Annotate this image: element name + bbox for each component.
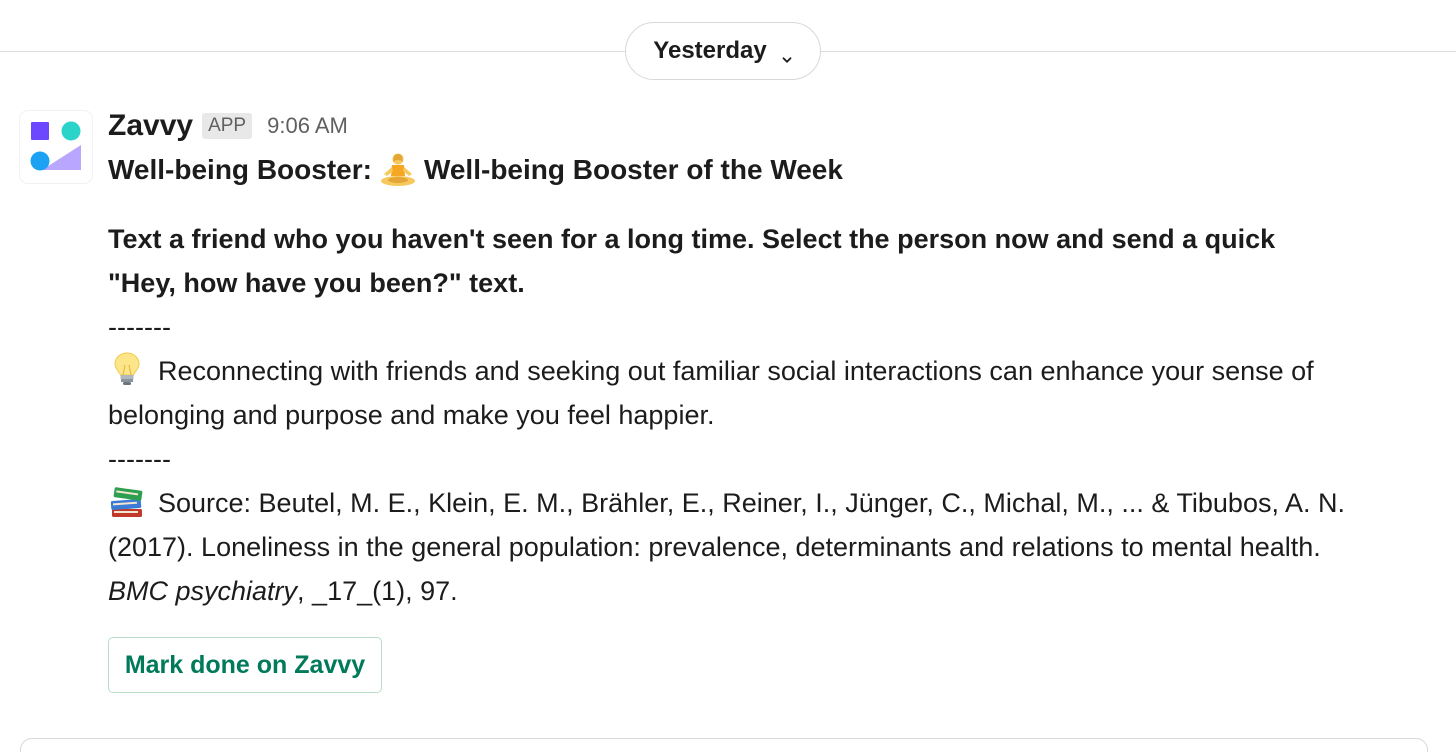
- zavvy-logo-icon[interactable]: [20, 111, 92, 183]
- message-pane: Yesterday Zavvy APP 9:06 AM Well-being B…: [0, 0, 1456, 752]
- source-paragraph: Source: Beutel, M. E., Klein, E. M., Brä…: [108, 481, 1348, 613]
- source-text-end: , _17_(1), 97.: [297, 576, 458, 606]
- title-prefix: Well-being Booster:: [108, 154, 372, 185]
- message: Zavvy APP 9:06 AM Well-being Booster: We…: [108, 104, 1408, 693]
- chevron-down-icon: [781, 45, 793, 63]
- person-in-lotus-position-icon: [378, 152, 418, 188]
- bold-paragraph: Text a friend who you haven't seen for a…: [108, 224, 1276, 298]
- light-bulb-icon: [108, 351, 146, 387]
- title-suffix: Well-being Booster of the Week: [423, 154, 843, 185]
- sender-name[interactable]: Zavvy: [108, 109, 193, 143]
- source-journal: BMC psychiatry: [108, 576, 298, 606]
- message-header: Zavvy APP 9:06 AM: [108, 104, 1408, 148]
- message-title: Well-being Booster: Well-being Booster o…: [108, 148, 1408, 192]
- date-label: Yesterday: [653, 37, 767, 64]
- date-divider-button[interactable]: Yesterday: [625, 22, 821, 80]
- source-text-start: Source: Beutel, M. E., Klein, E. M., Brä…: [108, 488, 1345, 562]
- tip-paragraph: Reconnecting with friends and seeking ou…: [108, 349, 1348, 437]
- separator: -------: [108, 312, 171, 342]
- books-icon: [108, 483, 146, 519]
- app-badge: APP: [202, 113, 253, 139]
- separator: -------: [108, 444, 171, 474]
- message-composer[interactable]: [20, 738, 1428, 752]
- mark-done-button[interactable]: Mark done on Zavvy: [108, 637, 382, 693]
- message-timestamp[interactable]: 9:06 AM: [267, 113, 348, 139]
- tip-text: Reconnecting with friends and seeking ou…: [108, 356, 1314, 430]
